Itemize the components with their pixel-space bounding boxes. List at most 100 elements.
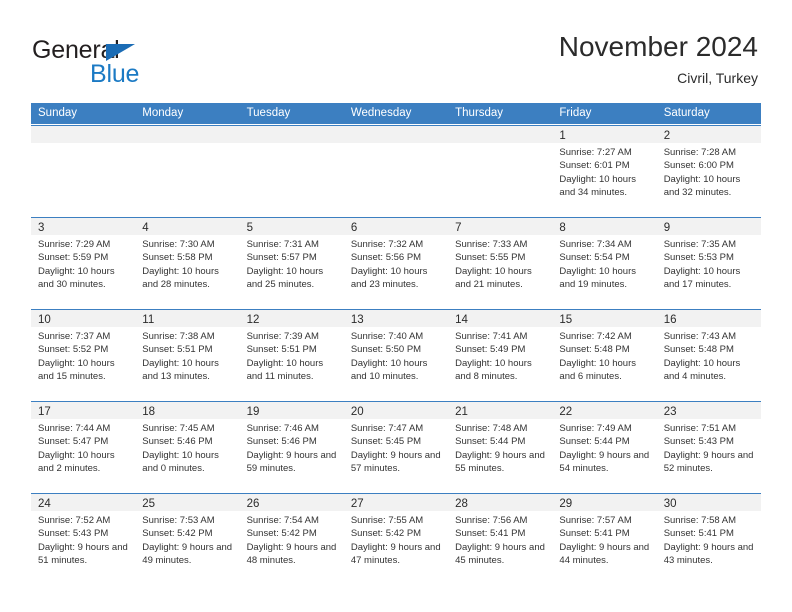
calendar-week-row: 1 Sunrise: 7:27 AM Sunset: 6:01 PM Daylight…	[31, 124, 761, 216]
day-sun-info: Sunrise: 7:58 AM Sunset: 5:41 PM Daylight:…	[657, 511, 761, 568]
daylight-text: Daylight: 10 hours and 34 minutes.	[559, 173, 636, 199]
day-sun-info: Sunrise: 7:32 AM Sunset: 5:56 PM Daylight:…	[344, 235, 448, 292]
calendar-day-cell[interactable]: 14 Sunrise: 7:41 AM Sunset: 5:49 PM Dayligh…	[448, 309, 553, 400]
calendar-day-cell[interactable]: 29 Sunrise: 7:57 AM Sunset: 5:41 PM Dayligh…	[552, 493, 657, 584]
day-number-strip: 18	[135, 402, 240, 419]
sunrise-text: Sunrise: 7:44 AM	[38, 423, 111, 434]
sunset-text: Sunset: 6:01 PM	[559, 160, 630, 172]
weeks-container: 1 Sunrise: 7:27 AM Sunset: 6:01 PM Daylight…	[31, 124, 761, 584]
day-sun-info: Sunrise: 7:28 AM Sunset: 6:00 PM Daylight:…	[657, 143, 761, 200]
calendar-day-cell[interactable]: 16 Sunrise: 7:43 AM Sunset: 5:48 PM Dayligh…	[656, 309, 761, 400]
day-sun-info: Sunrise: 7:53 AM Sunset: 5:42 PM Daylight:…	[135, 511, 239, 568]
calendar-day-cell[interactable]: 9 Sunrise: 7:35 AM Sunset: 5:53 PM Daylight…	[656, 217, 761, 308]
calendar-day-cell[interactable]: 3 Sunrise: 7:29 AM Sunset: 5:59 PM Daylight…	[31, 217, 136, 308]
sunrise-text: Sunrise: 7:29 AM	[38, 239, 111, 250]
day-number: 25	[142, 498, 156, 510]
sunset-text: Sunset: 5:43 PM	[663, 436, 734, 448]
sunset-text: Sunset: 5:42 PM	[142, 528, 213, 540]
sunrise-text: Sunrise: 7:54 AM	[246, 515, 319, 526]
day-number-strip: 16	[656, 310, 761, 327]
sunrise-text: Sunrise: 7:57 AM	[559, 515, 632, 526]
daylight-text: Daylight: 9 hours and 45 minutes.	[455, 541, 545, 567]
calendar-day-cell[interactable]: 13 Sunrise: 7:40 AM Sunset: 5:50 PM Dayligh…	[343, 309, 449, 400]
day-number: 18	[142, 406, 156, 418]
calendar-day-cell[interactable]: 18 Sunrise: 7:45 AM Sunset: 5:46 PM Dayligh…	[135, 401, 240, 492]
day-number: 2	[663, 130, 671, 142]
page-title: November 2024	[558, 31, 758, 62]
sunrise-text: Sunrise: 7:49 AM	[559, 423, 632, 434]
daylight-text: Daylight: 10 hours and 25 minutes.	[246, 265, 324, 291]
calendar-day-cell[interactable]: 10 Sunrise: 7:37 AM Sunset: 5:52 PM Dayligh…	[31, 309, 136, 400]
sunrise-text: Sunrise: 7:48 AM	[455, 423, 528, 434]
calendar-day-cell[interactable]: 30 Sunrise: 7:58 AM Sunset: 5:41 PM Dayligh…	[656, 493, 761, 584]
day-sun-info: Sunrise: 7:49 AM Sunset: 5:44 PM Daylight:…	[552, 419, 656, 476]
daylight-text: Daylight: 10 hours and 28 minutes.	[142, 265, 219, 291]
sunrise-text: Sunrise: 7:38 AM	[142, 331, 215, 342]
day-number-strip: 23	[656, 402, 761, 419]
calendar-day-cell[interactable]: 11 Sunrise: 7:38 AM Sunset: 5:51 PM Dayligh…	[135, 309, 240, 400]
calendar-day-cell[interactable]: 5 Sunrise: 7:31 AM Sunset: 5:57 PM Daylight…	[239, 217, 344, 308]
calendar-day-cell[interactable]: 4 Sunrise: 7:30 AM Sunset: 5:58 PM Daylight…	[135, 217, 240, 308]
day-sun-info: Sunrise: 7:40 AM Sunset: 5:50 PM Daylight:…	[344, 327, 448, 384]
calendar-day-cell[interactable]: 20 Sunrise: 7:47 AM Sunset: 5:45 PM Dayligh…	[343, 401, 449, 492]
sunset-text: Sunset: 5:44 PM	[455, 436, 526, 448]
weekday-header-tuesday: Tuesday	[246, 107, 291, 119]
title-block: November 2024 Civril, Turkey	[559, 30, 758, 88]
sunrise-text: Sunrise: 7:40 AM	[350, 331, 424, 342]
calendar-day-cell[interactable]: 28 Sunrise: 7:56 AM Sunset: 5:41 PM Dayligh…	[448, 493, 553, 584]
day-number: 22	[559, 406, 573, 418]
day-number: 23	[663, 406, 677, 418]
calendar-day-cell[interactable]: 24 Sunrise: 7:52 AM Sunset: 5:43 PM Dayligh…	[31, 493, 136, 584]
daylight-text: Daylight: 10 hours and 8 minutes.	[455, 357, 532, 383]
daylight-text: Daylight: 10 hours and 21 minutes.	[455, 265, 532, 291]
day-number: 19	[246, 406, 260, 418]
logo-text-blue: Blue	[90, 60, 140, 88]
day-number: 7	[455, 222, 462, 234]
calendar-day-cell[interactable]: 7 Sunrise: 7:33 AM Sunset: 5:55 PM Daylight…	[448, 217, 553, 308]
daylight-text: Daylight: 10 hours and 32 minutes.	[663, 173, 741, 199]
sunrise-text: Sunrise: 7:30 AM	[142, 239, 215, 250]
calendar-day-cell[interactable]: 8 Sunrise: 7:34 AM Sunset: 5:54 PM Daylight…	[552, 217, 657, 308]
day-number-strip: 9	[656, 218, 761, 235]
sunrise-text: Sunrise: 7:46 AM	[246, 423, 319, 434]
sunset-text: Sunset: 5:57 PM	[246, 252, 317, 264]
calendar-day-cell[interactable]: 19 Sunrise: 7:46 AM Sunset: 5:46 PM Dayligh…	[239, 401, 344, 492]
daylight-text: Daylight: 10 hours and 4 minutes.	[663, 357, 741, 383]
sunrise-text: Sunrise: 7:55 AM	[350, 515, 424, 526]
calendar-day-cell[interactable]: 25 Sunrise: 7:53 AM Sunset: 5:42 PM Dayligh…	[135, 493, 240, 584]
calendar-week-row: 3 Sunrise: 7:29 AM Sunset: 5:59 PM Daylight…	[31, 216, 761, 308]
calendar-day-cell[interactable]: 22 Sunrise: 7:49 AM Sunset: 5:44 PM Dayligh…	[552, 401, 657, 492]
day-number: 16	[663, 314, 677, 326]
day-number: 9	[663, 222, 671, 234]
daylight-text: Daylight: 9 hours and 49 minutes.	[142, 541, 233, 567]
day-number-strip: 11	[135, 310, 240, 327]
calendar-day-cell[interactable]: 21 Sunrise: 7:48 AM Sunset: 5:44 PM Dayligh…	[448, 401, 553, 492]
calendar-day-cell[interactable]: 23 Sunrise: 7:51 AM Sunset: 5:43 PM Dayligh…	[656, 401, 761, 492]
day-number-strip: 2	[656, 126, 761, 143]
day-number-strip: 17	[31, 402, 136, 419]
calendar-day-cell[interactable]: 27 Sunrise: 7:55 AM Sunset: 5:42 PM Dayligh…	[343, 493, 449, 584]
calendar-day-cell[interactable]: 12 Sunrise: 7:39 AM Sunset: 5:51 PM Dayligh…	[239, 309, 344, 400]
day-number: 6	[350, 222, 358, 234]
general-blue-logo[interactable]: General Blue	[32, 36, 222, 88]
sunset-text: Sunset: 5:55 PM	[455, 252, 526, 264]
day-number-strip: 30	[656, 494, 761, 511]
day-number-strip	[239, 126, 344, 143]
sunrise-text: Sunrise: 7:45 AM	[142, 423, 215, 434]
sunset-text: Sunset: 5:43 PM	[38, 528, 109, 540]
calendar-day-cell[interactable]: 6 Sunrise: 7:32 AM Sunset: 5:56 PM Daylight…	[343, 217, 449, 308]
calendar-day-cell[interactable]: 15 Sunrise: 7:42 AM Sunset: 5:48 PM Dayligh…	[552, 309, 657, 400]
calendar-day-cell[interactable]: 1 Sunrise: 7:27 AM Sunset: 6:01 PM Daylight…	[552, 125, 657, 216]
day-sun-info: Sunrise: 7:57 AM Sunset: 5:41 PM Daylight:…	[552, 511, 656, 568]
day-number-strip: 10	[31, 310, 136, 327]
weekday-header-saturday: Saturday	[663, 107, 710, 119]
daylight-text: Daylight: 10 hours and 2 minutes.	[38, 449, 115, 475]
calendar-day-cell[interactable]: 26 Sunrise: 7:54 AM Sunset: 5:42 PM Dayligh…	[239, 493, 344, 584]
calendar-day-cell[interactable]: 17 Sunrise: 7:44 AM Sunset: 5:47 PM Dayligh…	[31, 401, 136, 492]
calendar-week-row: 10 Sunrise: 7:37 AM Sunset: 5:52 PM Dayligh…	[31, 308, 761, 400]
day-number-strip	[448, 126, 553, 143]
sunrise-text: Sunrise: 7:47 AM	[350, 423, 424, 434]
day-number: 1	[559, 130, 566, 142]
day-number-strip: 12	[239, 310, 344, 327]
calendar-day-cell[interactable]: 2 Sunrise: 7:28 AM Sunset: 6:00 PM Daylight…	[656, 125, 761, 216]
